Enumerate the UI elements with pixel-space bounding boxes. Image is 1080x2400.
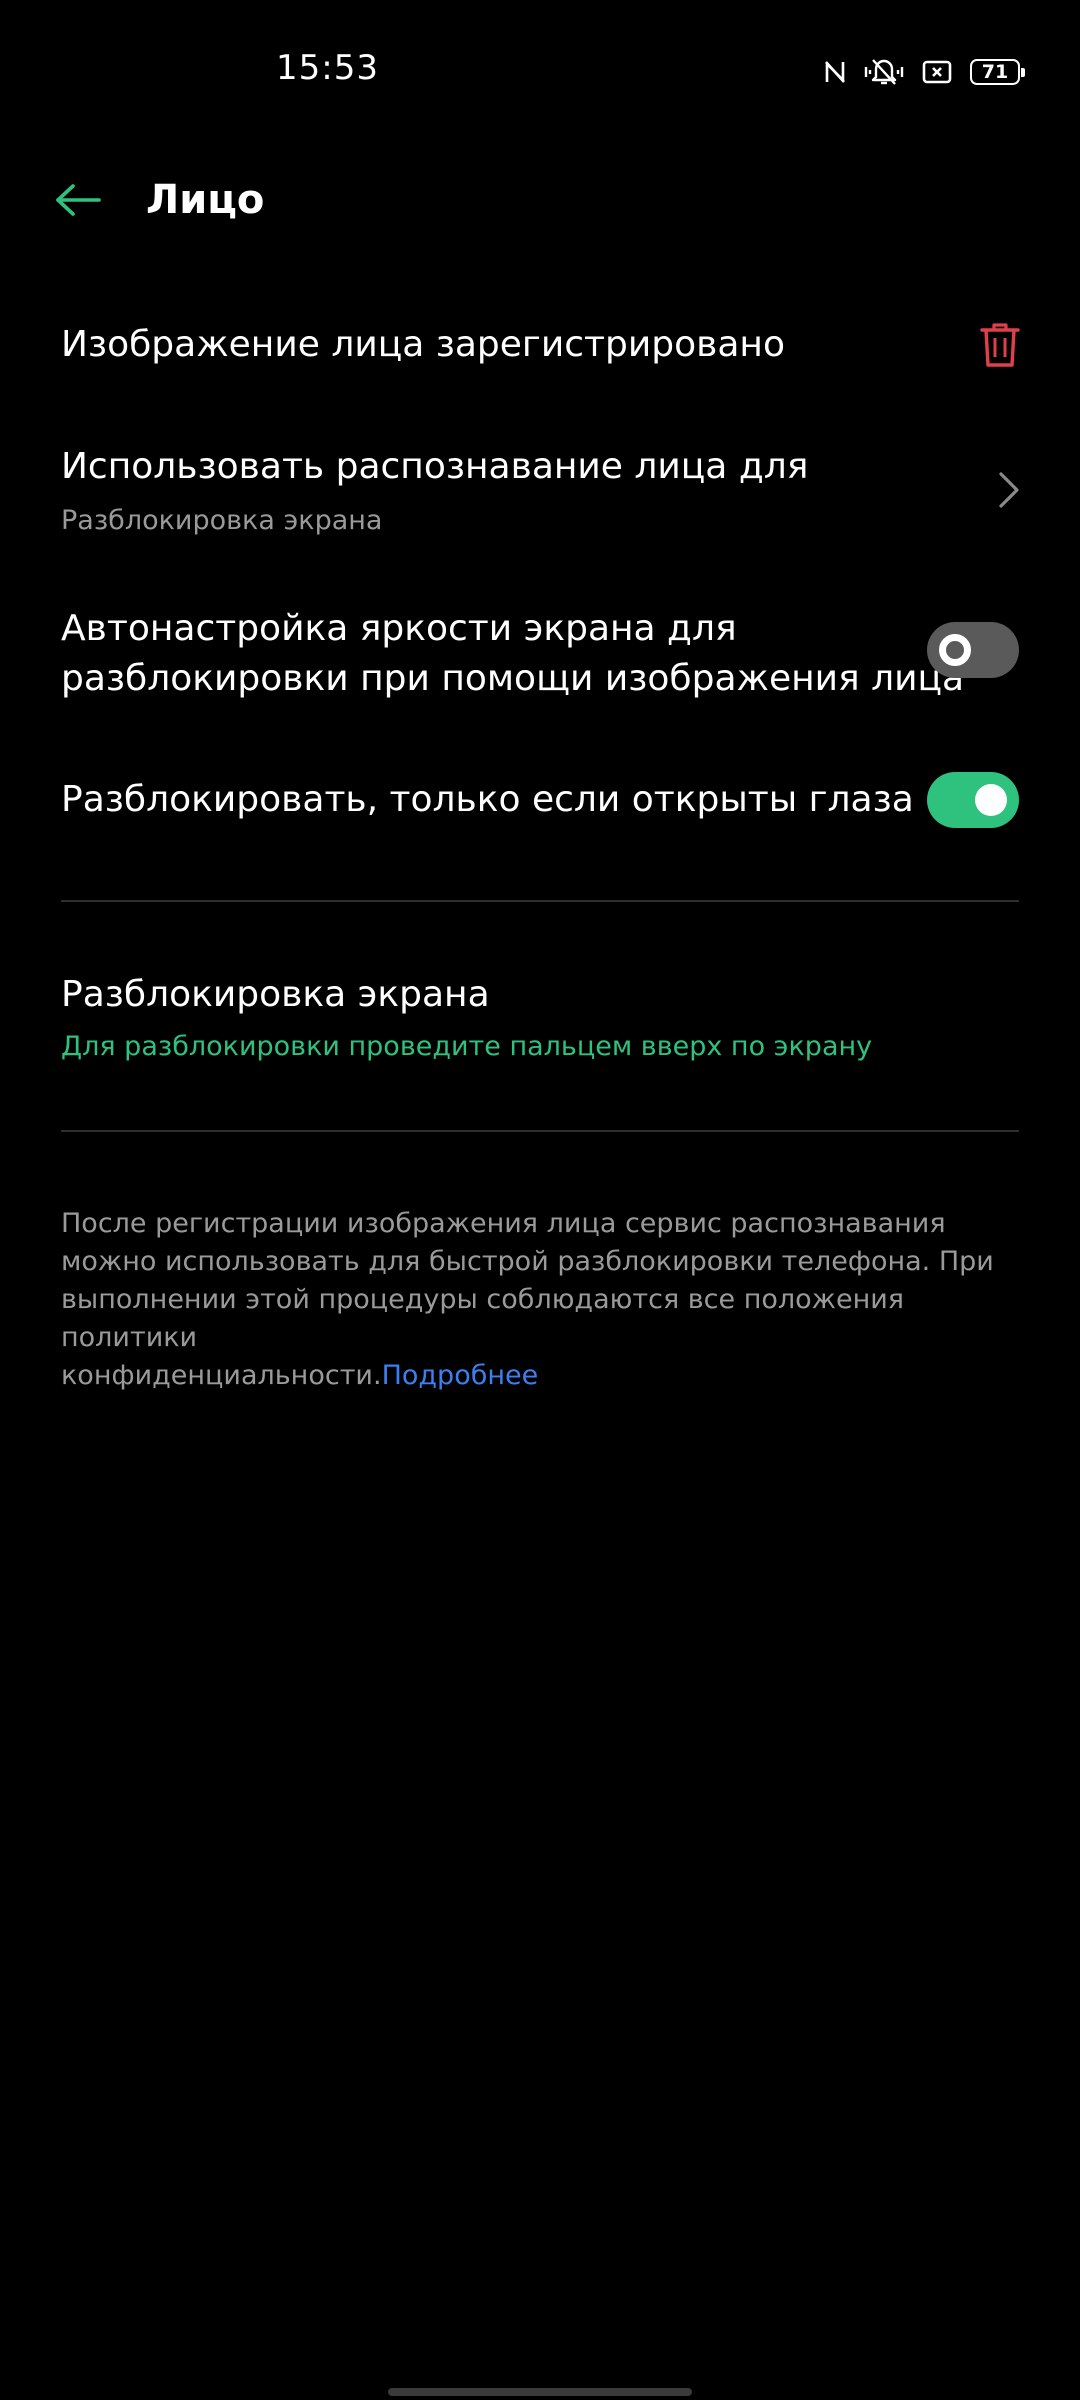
trash-icon [980,323,1020,367]
screen-unlock-value: Для разблокировки проведите пальцем ввер… [61,1031,873,1062]
screen: 15:53 71 Лицо Изображение лица зарегистр… [0,0,1080,2400]
auto-brightness-row: Автонастройка яркости экрана для разблок… [0,590,1080,710]
use-face-recognition-row[interactable]: Использовать распознавание лица для Разб… [0,420,1080,550]
chevron-right-icon [994,468,1024,512]
status-time: 15:53 [276,48,379,88]
auto-brightness-toggle[interactable] [927,622,1019,678]
privacy-info-tail: конфиденциальности. [61,1360,382,1391]
delete-face-button[interactable] [972,317,1028,373]
divider [61,900,1019,902]
face-registered-label: Изображение лица зарегистрировано [61,324,785,365]
screen-unlock-label: Разблокировка экрана [61,974,490,1015]
privacy-info-text: После регистрации изображения лица серви… [61,1205,1019,1395]
status-bar: 15:53 71 [0,0,1080,140]
auto-brightness-label-line1: Автонастройка яркости экрана для [61,608,737,649]
back-button[interactable] [50,172,106,228]
privacy-info-line: выполнении этой процедуры соблюдаются вс… [61,1284,905,1353]
battery-icon: 71 [970,59,1025,85]
auto-brightness-label-line2: разблокировки при помощи изображения лиц… [61,658,965,699]
privacy-info-line: конфиденциальности.Подробнее [61,1357,1019,1395]
home-indicator[interactable] [388,2388,692,2396]
use-face-recognition-value: Разблокировка экрана [61,505,383,536]
arrow-left-icon [56,184,101,216]
vibrate-icon [864,57,904,87]
status-icons: 71 [824,52,1025,92]
face-registered-row: Изображение лица зарегистрировано [0,300,1080,390]
nfc-icon [824,59,846,85]
screen-unlock-row[interactable]: Разблокировка экрана Для разблокировки п… [0,960,1080,1080]
use-face-recognition-label: Использовать распознавание лица для [61,446,809,487]
page-title: Лицо [146,177,265,223]
learn-more-link[interactable]: Подробнее [382,1360,539,1391]
privacy-info-line: После регистрации изображения лица серви… [61,1208,946,1239]
toggle-knob [939,634,971,666]
privacy-info-line: можно использовать для быстрой разблокир… [61,1246,994,1277]
screen-record-icon [922,59,952,85]
eyes-open-toggle[interactable] [927,772,1019,828]
eyes-open-label: Разблокировать, только если открыты глаз… [61,779,914,820]
toggle-knob [975,784,1007,816]
app-bar: Лицо [0,150,1080,250]
eyes-open-row: Разблокировать, только если открыты глаз… [0,770,1080,830]
divider [61,1130,1019,1132]
